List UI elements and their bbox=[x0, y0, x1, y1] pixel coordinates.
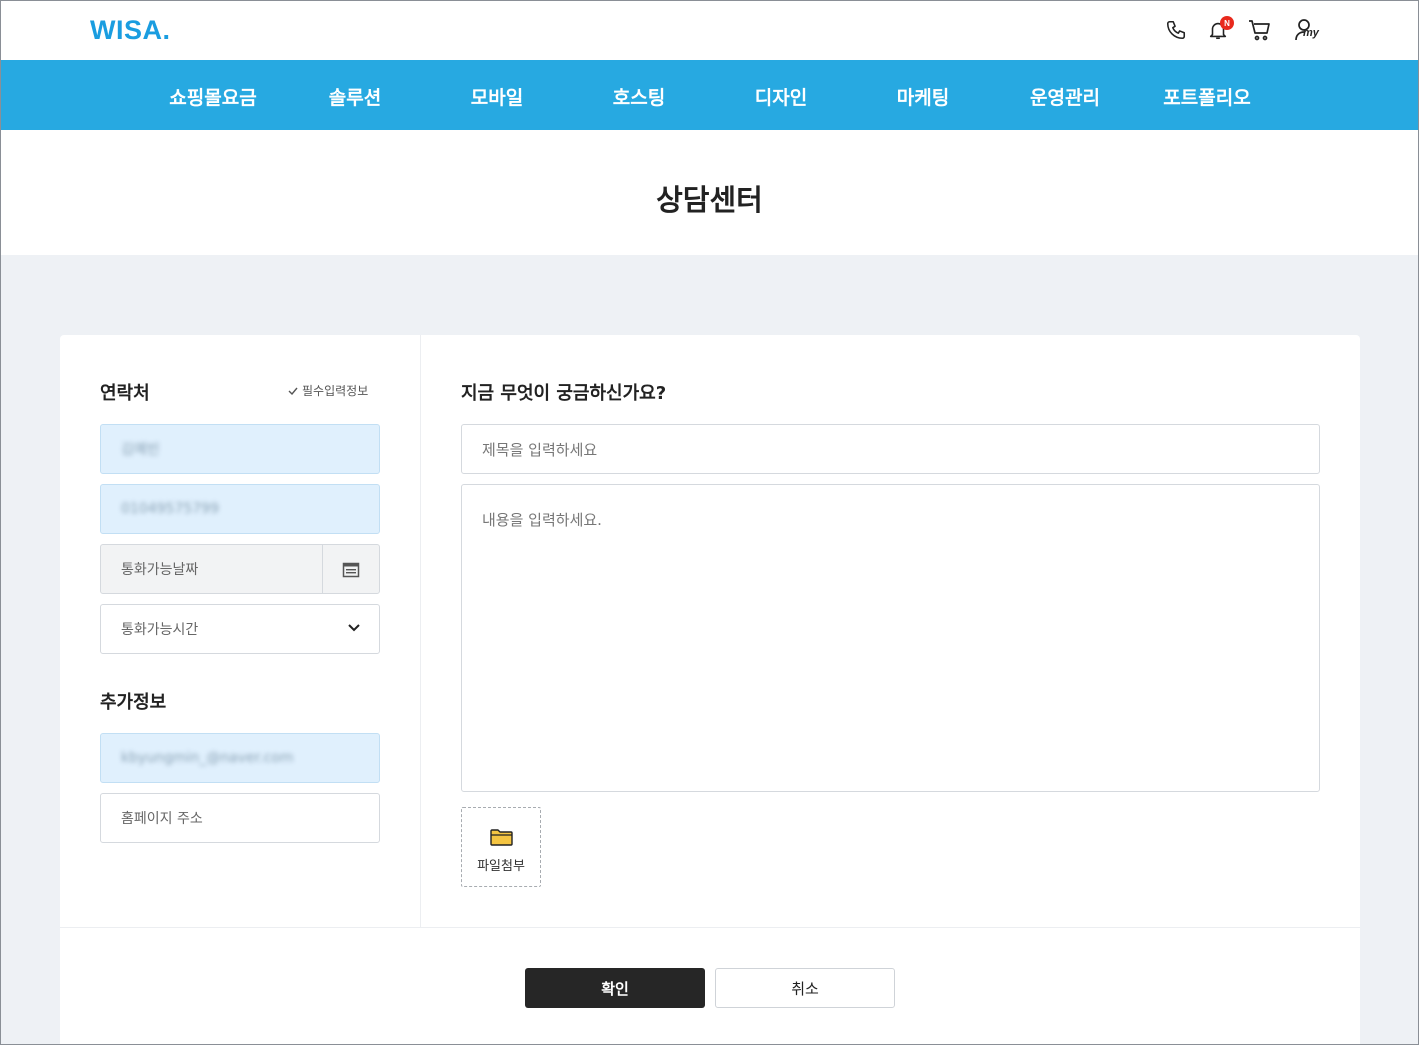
row-divider bbox=[60, 927, 1360, 928]
phone-value: 01049575799 bbox=[121, 501, 219, 517]
contact-section-title: 연락처 bbox=[100, 383, 150, 404]
call-date-placeholder: 통화가능날짜 bbox=[121, 562, 199, 578]
email-field[interactable]: kbyungmin_@naver.com bbox=[100, 733, 380, 783]
page-title: 상담센터 bbox=[656, 183, 763, 217]
my-user-icon[interactable]: my bbox=[1289, 17, 1321, 43]
title-section: 상담센터 bbox=[0, 130, 1419, 255]
name-field[interactable]: 김예빈 bbox=[100, 424, 380, 474]
call-time-placeholder: 통화가능시간 bbox=[121, 622, 199, 638]
nav-item-portfolio[interactable]: 포트폴리오 bbox=[1136, 83, 1278, 110]
top-header: WISA. N my bbox=[0, 0, 1419, 60]
nav-item-shopping-price[interactable]: 쇼핑몰요금 bbox=[142, 83, 284, 110]
calendar-button[interactable] bbox=[322, 545, 379, 593]
nav-item-mobile[interactable]: 모바일 bbox=[426, 83, 568, 110]
folder-icon bbox=[490, 829, 513, 846]
call-time-select[interactable]: 통화가능시간 bbox=[100, 604, 380, 654]
phone-field[interactable]: 01049575799 bbox=[100, 484, 380, 534]
wisa-logo[interactable]: WISA. bbox=[90, 15, 171, 46]
notification-badge: N bbox=[1220, 16, 1234, 30]
call-date-field[interactable]: 통화가능날짜 bbox=[100, 544, 380, 594]
cancel-button[interactable]: 취소 bbox=[715, 968, 895, 1008]
homepage-field[interactable]: 홈페이지 주소 bbox=[100, 793, 380, 843]
file-attach-label: 파일첨부 bbox=[477, 859, 525, 874]
nav-item-operation[interactable]: 운영관리 bbox=[994, 83, 1136, 110]
bell-icon[interactable]: N bbox=[1205, 16, 1234, 43]
extra-section-title: 추가정보 bbox=[100, 692, 167, 713]
subject-input[interactable]: 제목을 입력하세요 bbox=[461, 424, 1320, 474]
consult-form-card: 연락처 필수입력정보 김예빈 01049575799 통화가능날짜 통화가능시간… bbox=[60, 335, 1360, 1045]
content-placeholder: 내용을 입력하세요. bbox=[482, 511, 602, 529]
subject-placeholder: 제목을 입력하세요 bbox=[482, 440, 598, 459]
homepage-placeholder: 홈페이지 주소 bbox=[121, 811, 203, 827]
content-textarea[interactable]: 내용을 입력하세요. bbox=[461, 484, 1320, 792]
email-value: kbyungmin_@naver.com bbox=[121, 750, 294, 766]
phone-icon[interactable] bbox=[1163, 17, 1189, 43]
nav-item-marketing[interactable]: 마케팅 bbox=[852, 83, 994, 110]
header-icons: N my bbox=[1163, 16, 1321, 43]
chevron-down-icon bbox=[348, 624, 360, 632]
name-value: 김예빈 bbox=[121, 442, 160, 458]
file-attach-button[interactable]: 파일첨부 bbox=[461, 807, 541, 887]
required-note-text: 필수입력정보 bbox=[302, 384, 369, 398]
inquiry-section-title: 지금 무엇이 궁금하신가요? bbox=[461, 383, 667, 404]
calendar-icon bbox=[342, 562, 360, 577]
nav-item-hosting[interactable]: 호스팅 bbox=[568, 83, 710, 110]
nav-item-design[interactable]: 디자인 bbox=[710, 83, 852, 110]
confirm-button[interactable]: 확인 bbox=[525, 968, 705, 1008]
cart-icon[interactable] bbox=[1247, 17, 1273, 43]
main-nav: 쇼핑몰요금 솔루션 모바일 호스팅 디자인 마케팅 운영관리 포트폴리오 bbox=[0, 60, 1419, 130]
column-divider bbox=[420, 335, 421, 927]
check-icon bbox=[288, 387, 298, 395]
required-note: 필수입력정보 bbox=[288, 382, 368, 399]
my-label: my bbox=[1303, 27, 1319, 39]
nav-item-solution[interactable]: 솔루션 bbox=[284, 83, 426, 110]
